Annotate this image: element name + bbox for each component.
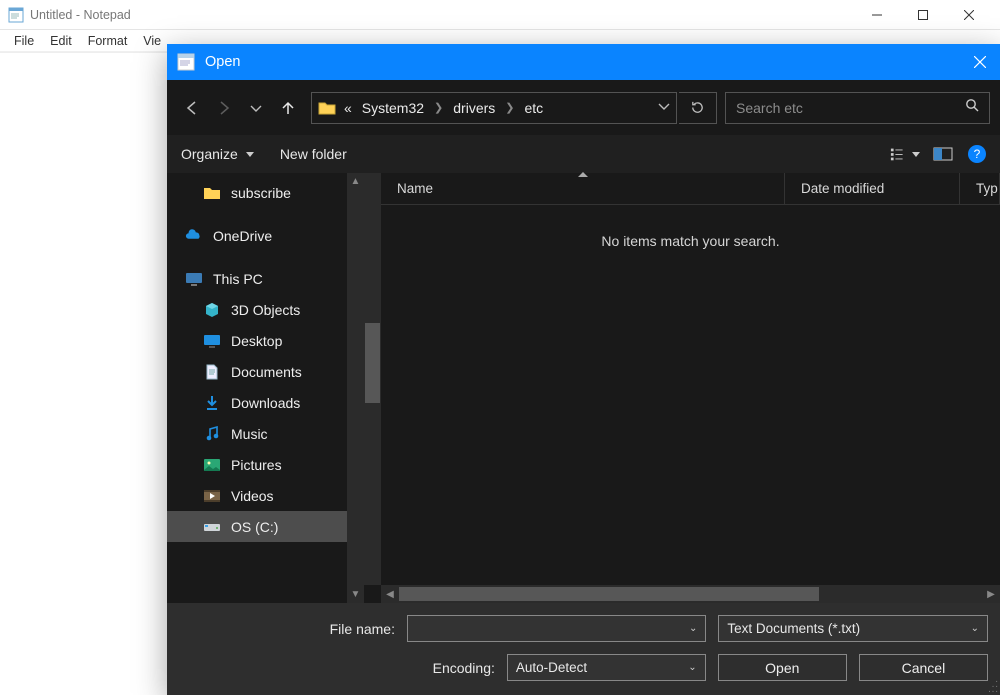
address-bar[interactable]: « System32 ❯ drivers ❯ etc: [311, 92, 677, 124]
main-scrollbar[interactable]: [364, 173, 381, 585]
tree-item-os-c[interactable]: OS (C:): [167, 511, 364, 542]
tree-scrollbar[interactable]: ▲▼: [347, 173, 364, 603]
nav-forward-button[interactable]: [209, 92, 239, 124]
preview-pane-button[interactable]: [928, 142, 958, 166]
downloads-icon: [203, 394, 221, 412]
column-date-modified[interactable]: Date modified: [785, 173, 960, 204]
filetype-combo[interactable]: Text Documents (*.txt)⌄: [718, 615, 988, 642]
chevron-down-icon: [912, 152, 920, 157]
menu-format[interactable]: Format: [80, 32, 136, 50]
minimize-button[interactable]: [854, 0, 900, 29]
dialog-titlebar[interactable]: Open: [167, 44, 1000, 80]
filename-label: File name:: [179, 621, 407, 637]
filename-combo[interactable]: ⌄: [407, 615, 706, 642]
column-type[interactable]: Typ: [960, 173, 1000, 204]
breadcrumb-seg-drivers[interactable]: drivers: [453, 100, 495, 116]
notepad-titlebar: Untitled - Notepad: [0, 0, 1000, 30]
nav-bar: « System32 ❯ drivers ❯ etc: [167, 80, 1000, 135]
folder-icon: [318, 100, 336, 116]
chevron-down-icon: ⌄: [689, 623, 697, 634]
pictures-icon: [203, 456, 221, 474]
file-list-pane: Name Date modified Typ No items match yo…: [364, 173, 1000, 603]
column-name[interactable]: Name: [381, 173, 785, 204]
chevron-right-icon[interactable]: ❯: [434, 101, 443, 114]
view-mode-button[interactable]: [890, 142, 920, 166]
scroll-right-icon[interactable]: ▶: [982, 589, 1000, 600]
address-dropdown[interactable]: [658, 99, 670, 117]
tree-item-documents[interactable]: Documents: [167, 356, 364, 387]
scroll-up-icon[interactable]: ▲: [351, 176, 361, 187]
new-folder-button[interactable]: New folder: [280, 146, 347, 162]
search-box[interactable]: [725, 92, 990, 124]
documents-icon: [203, 363, 221, 381]
tree-item-this-pc[interactable]: This PC: [167, 263, 364, 294]
tree-item-desktop[interactable]: Desktop: [167, 325, 364, 356]
notepad-icon: [8, 7, 24, 23]
menu-file[interactable]: File: [6, 32, 42, 50]
scroll-left-icon[interactable]: ◀: [381, 589, 399, 600]
dialog-close-button[interactable]: [960, 44, 1000, 80]
breadcrumb-seg-system32[interactable]: System32: [362, 100, 424, 116]
chevron-down-icon: ⌄: [688, 662, 696, 673]
help-button[interactable]: ?: [968, 145, 986, 163]
resize-grip[interactable]: .. .. . .: [988, 677, 997, 692]
chevron-down-icon: [246, 152, 254, 157]
encoding-label: Encoding:: [179, 660, 507, 676]
onedrive-icon: [185, 227, 203, 245]
nav-up-button[interactable]: [273, 92, 303, 124]
tree-item-onedrive[interactable]: OneDrive: [167, 220, 364, 251]
organize-button[interactable]: Organize: [181, 146, 254, 162]
folder-icon: [203, 184, 221, 202]
chevron-right-icon[interactable]: ❯: [505, 101, 514, 114]
toolbar: Organize New folder ?: [167, 135, 1000, 173]
chevron-down-icon: ⌄: [971, 623, 979, 634]
open-dialog: Open « System32 ❯ drivers ❯ etc: [167, 44, 1000, 695]
tree-item-downloads[interactable]: Downloads: [167, 387, 364, 418]
bottom-panel: File name: ⌄ Text Documents (*.txt)⌄ Enc…: [167, 603, 1000, 695]
search-input[interactable]: [736, 100, 965, 116]
empty-message: No items match your search.: [381, 205, 1000, 585]
column-headers: Name Date modified Typ: [381, 173, 1000, 205]
nav-tree: subscribe OneDrive This PC 3D Objects De…: [167, 173, 364, 603]
tree-item-music[interactable]: Music: [167, 418, 364, 449]
menu-view[interactable]: Vie: [135, 32, 169, 50]
search-icon[interactable]: [965, 98, 979, 117]
maximize-button[interactable]: [900, 0, 946, 29]
nav-back-button[interactable]: [177, 92, 207, 124]
menu-edit[interactable]: Edit: [42, 32, 80, 50]
breadcrumb-seg-etc[interactable]: etc: [525, 100, 544, 116]
refresh-button[interactable]: [679, 92, 717, 124]
encoding-combo[interactable]: Auto-Detect⌄: [507, 654, 706, 681]
tree-item-subscribe[interactable]: subscribe: [167, 177, 364, 208]
breadcrumb-prefix[interactable]: «: [344, 100, 352, 116]
drive-icon: [203, 518, 221, 536]
open-dialog-icon: [177, 53, 195, 71]
tree-item-pictures[interactable]: Pictures: [167, 449, 364, 480]
cancel-button[interactable]: Cancel: [859, 654, 988, 681]
dialog-title: Open: [205, 54, 960, 70]
this-pc-icon: [185, 270, 203, 288]
nav-recent-button[interactable]: [241, 92, 271, 124]
open-button[interactable]: Open: [718, 654, 847, 681]
3d-objects-icon: [203, 301, 221, 319]
tree-item-3d-objects[interactable]: 3D Objects: [167, 294, 364, 325]
horizontal-scrollbar[interactable]: ◀ ▶: [381, 585, 1000, 603]
desktop-icon: [203, 332, 221, 350]
close-button[interactable]: [946, 0, 992, 29]
notepad-title: Untitled - Notepad: [30, 8, 854, 22]
music-icon: [203, 425, 221, 443]
videos-icon: [203, 487, 221, 505]
tree-item-videos[interactable]: Videos: [167, 480, 364, 511]
scroll-down-icon[interactable]: ▼: [351, 589, 361, 600]
